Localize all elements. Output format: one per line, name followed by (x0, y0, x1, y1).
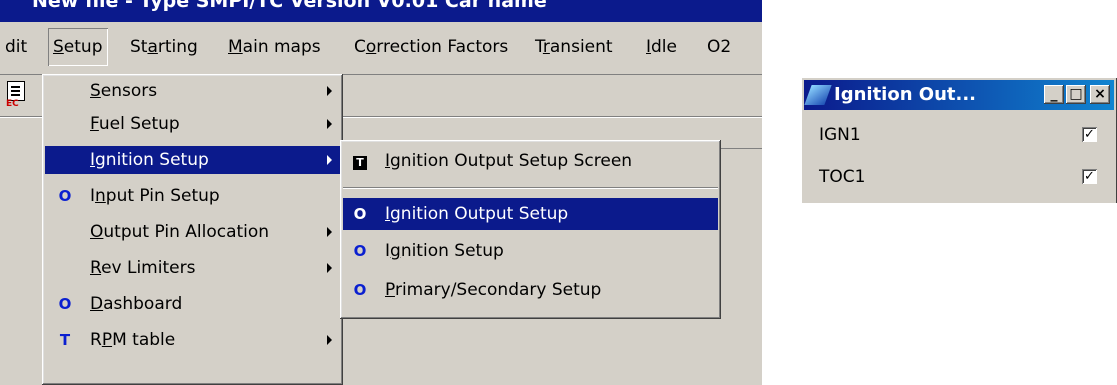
menu-item-fuel-setup[interactable]: Fuel Setup (45, 110, 340, 138)
submenu-arrow-icon (327, 86, 332, 96)
close-button[interactable]: × (1090, 85, 1110, 104)
submenu-arrow-icon (327, 335, 332, 345)
menu-item-ignition-setup-sub[interactable]: O Ignition Setup (343, 237, 718, 265)
form-icon: O (353, 281, 367, 299)
form-icon: O (353, 242, 367, 260)
maximize-button[interactable]: □ (1066, 85, 1086, 104)
form-icon: O (58, 187, 72, 205)
submenu-arrow-icon (327, 119, 332, 129)
menu-o2[interactable]: O2 (702, 28, 736, 66)
submenu-arrow-icon (327, 263, 332, 273)
output-label: IGN1 (819, 125, 861, 145)
document-icon (7, 81, 25, 101)
menu-item-ignition-output-setup[interactable]: O Ignition Output Setup (343, 198, 718, 230)
form-icon: O (353, 205, 367, 223)
menu-item-input-pin-setup[interactable]: O Input Pin Setup (45, 182, 340, 210)
menu-setup[interactable]: Setup (48, 28, 108, 66)
app-title-text: New file - Type SMPI/TC Version V0.01 Ca… (32, 0, 547, 12)
submenu-arrow-icon (327, 227, 332, 237)
output-row-ign1: IGN1 ✓ (809, 117, 1109, 153)
menu-item-ignition-output-setup-screen[interactable]: T Ignition Output Setup Screen (343, 147, 718, 175)
menu-item-dashboard[interactable]: O Dashboard (45, 290, 340, 318)
window-title: Ignition Out... (834, 84, 977, 105)
minimize-button[interactable]: _ (1044, 85, 1064, 104)
form-icon: O (58, 295, 72, 313)
menu-transient[interactable]: Transient (530, 28, 618, 66)
menu-edit[interactable]: dit (0, 28, 32, 66)
ecu-badge: EC (6, 99, 19, 109)
menu-item-rpm-table[interactable]: T RPM table (45, 326, 340, 354)
app-title-bar: New file - Type SMPI/TC Version V0.01 Ca… (0, 0, 762, 22)
menu-item-ignition-setup[interactable]: Ignition Setup (45, 146, 340, 174)
menu-item-sensors[interactable]: Sensors (45, 77, 340, 105)
menu-separator (343, 187, 718, 189)
app-icon (804, 85, 832, 105)
menu-item-output-pin-allocation[interactable]: Output Pin Allocation (45, 218, 340, 246)
toolbar-ecu-button[interactable]: EC (4, 75, 30, 115)
menu-main-maps[interactable]: Main maps (223, 28, 326, 66)
output-checkbox[interactable]: ✓ (1082, 169, 1097, 184)
output-label: TOC1 (819, 167, 866, 187)
menu-idle[interactable]: Idle (641, 28, 682, 66)
menu-correction-factors[interactable]: Correction Factors (349, 28, 513, 66)
output-row-toc1: TOC1 ✓ (809, 159, 1109, 195)
submenu-arrow-icon (327, 155, 332, 165)
table-icon: T (353, 156, 367, 170)
menu-starting[interactable]: Starting (125, 28, 203, 66)
setup-menu: Sensors Fuel Setup Ignition Setup O Inpu… (42, 74, 343, 385)
menu-bar: dit Setup Starting Main maps Correction … (0, 22, 762, 75)
output-checkbox[interactable]: ✓ (1082, 127, 1097, 142)
menu-item-primary-secondary-setup[interactable]: O Primary/Secondary Setup (343, 276, 718, 304)
table-icon: T (59, 331, 71, 349)
menu-item-rev-limiters[interactable]: Rev Limiters (45, 254, 340, 282)
window-title-bar[interactable]: Ignition Out... _ □ × (804, 80, 1114, 110)
ignition-submenu: T Ignition Output Setup Screen O Ignitio… (340, 140, 721, 319)
ignition-output-window: Ignition Out... _ □ × IGN1 ✓ TOC1 ✓ (801, 77, 1117, 203)
